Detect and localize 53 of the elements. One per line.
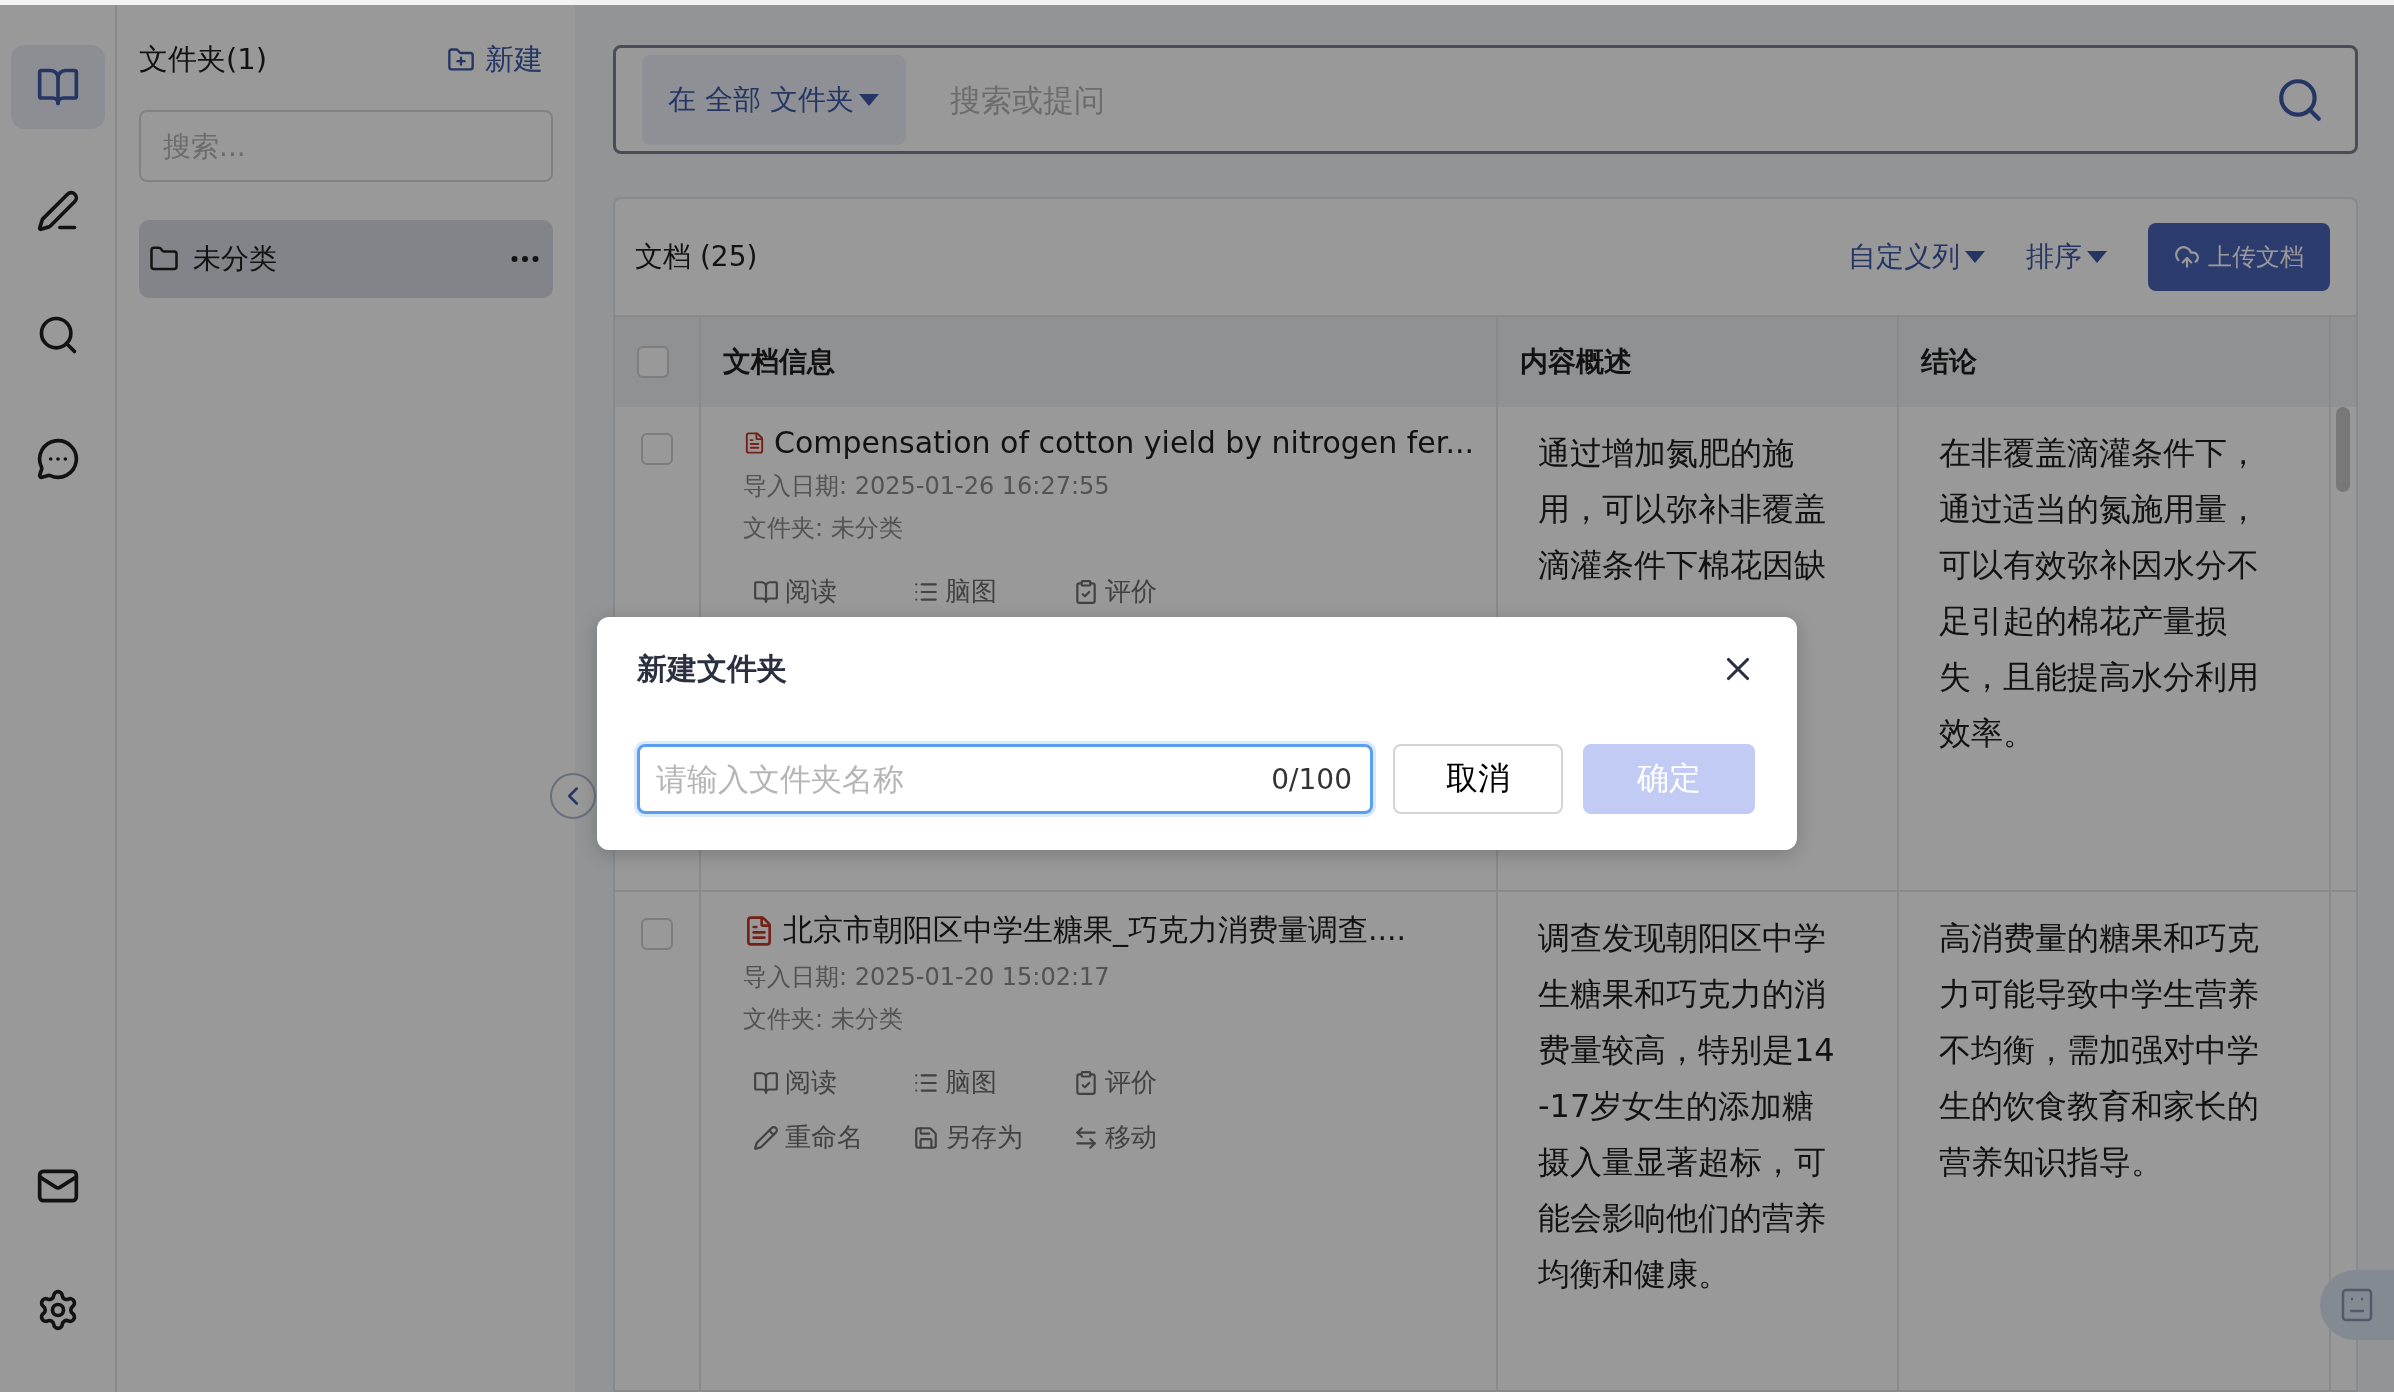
folder-label: 文件夹: 未分类 <box>742 1004 904 1035</box>
action-link[interactable]: 阅读 <box>753 574 913 609</box>
row-checkbox[interactable] <box>641 918 673 950</box>
column-header: 内容概述 <box>1498 317 1899 407</box>
select-all-checkbox[interactable] <box>637 346 669 378</box>
conclusion-cell: 在非覆盖滴灌条件下，通过适当的氮施用量，可以有效弥补因水分不足引起的棉花产量损失，且能提高水分利用效率。 <box>1899 407 2331 892</box>
cancel-button[interactable]: 取消 <box>1393 744 1563 814</box>
document-title[interactable]: 北京市朝阳区中学生糖果_巧克力消费量调查.... <box>783 910 1407 951</box>
row-checkbox[interactable] <box>641 433 673 465</box>
rail-button[interactable] <box>10 45 105 129</box>
folder-label: 文件夹: 未分类 <box>742 513 904 544</box>
pencil-icon <box>753 1124 779 1151</box>
save-icon <box>913 1124 939 1151</box>
import-date: 导入日期: 2025-01-26 16:27:55 <box>742 471 1111 502</box>
caret-icon <box>2086 250 2108 264</box>
swap-icon <box>1073 1124 1099 1151</box>
column-header: 结论 <box>1899 317 2331 407</box>
caret-icon <box>1964 250 1986 264</box>
folder-name-field[interactable]: 请输入文件夹名称 0/100 <box>637 744 1373 814</box>
cloud-upload-icon <box>2174 244 2200 270</box>
sort-button[interactable]: 排序 <box>2026 238 2108 276</box>
chat-icon <box>35 437 80 481</box>
action-link[interactable]: 另存为 <box>913 1120 1073 1155</box>
action-link[interactable]: 重命名 <box>753 1120 913 1155</box>
custom-columns-button[interactable]: 自定义列 <box>1848 238 1986 276</box>
panel-title: 文件夹(1) <box>139 41 268 78</box>
action-link[interactable]: 脑图 <box>913 574 1073 609</box>
book-icon <box>753 1069 779 1096</box>
upload-button[interactable]: 上传文档 <box>2148 223 2330 291</box>
action-link[interactable]: 脑图 <box>913 1065 1073 1100</box>
import-date: 导入日期: 2025-01-20 15:02:17 <box>742 962 1111 993</box>
action-link[interactable]: 评价 <box>1073 1065 1233 1100</box>
new-folder-button[interactable]: 新建 <box>437 40 553 80</box>
folder-name: 未分类 <box>193 241 278 277</box>
action-link[interactable]: 评价 <box>1073 574 1233 609</box>
book-icon <box>753 578 779 605</box>
assistant-button[interactable] <box>2320 1270 2394 1340</box>
pen-icon <box>35 189 80 233</box>
dialog-title: 新建文件夹 <box>637 649 787 688</box>
scope-dropdown[interactable]: 在 全部 文件夹 <box>642 54 906 145</box>
documents-title: 文档 (25) <box>635 239 759 275</box>
folder-plus-icon <box>447 46 475 74</box>
scrollbar-thumb[interactable] <box>2336 407 2350 492</box>
action-link[interactable]: 阅读 <box>753 1065 913 1100</box>
action-link[interactable]: 移动 <box>1073 1120 1233 1155</box>
document-title[interactable]: Compensation of cotton yield by nitrogen fer... <box>774 425 1474 460</box>
character-counter: 0/100 <box>1271 762 1352 796</box>
summary-cell: 调查发现朝阳区中学生糖果和巧克力的消费量较高，特别是14-17岁女生的添加糖摄入量显著超标，可能会影响他们的营养均衡和健康。 <box>1498 892 1899 1392</box>
clipboard-icon <box>1073 1069 1099 1096</box>
clipboard-icon <box>1073 578 1099 605</box>
column-header: 文档信息 <box>701 317 1498 407</box>
caret-icon <box>857 92 880 107</box>
folder-item[interactable]: 未分类 <box>139 220 553 298</box>
